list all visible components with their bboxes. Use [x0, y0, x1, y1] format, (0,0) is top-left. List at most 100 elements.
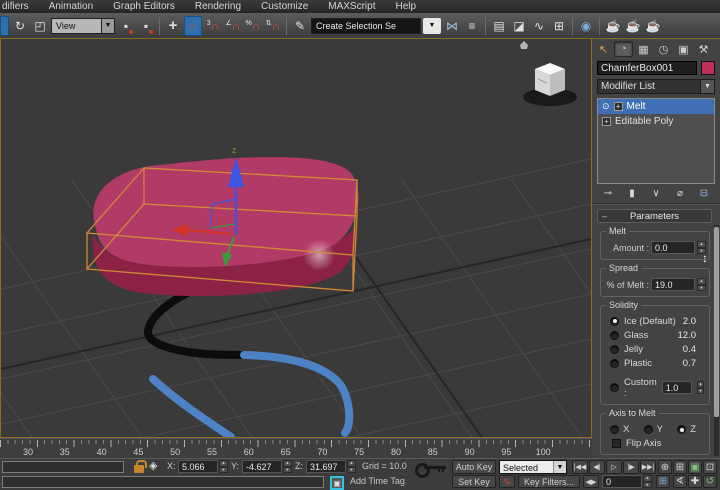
percent-snap-icon[interactable]: %∩ — [244, 16, 262, 36]
move-icon[interactable]: + — [164, 16, 182, 36]
status-line-field[interactable] — [2, 461, 124, 473]
container-icon[interactable]: ◪ — [510, 16, 528, 36]
viewcube[interactable] — [520, 41, 577, 106]
scale-icon[interactable]: ◰ — [31, 16, 49, 36]
next-frame-icon[interactable]: |▶ — [623, 460, 639, 474]
object-name-field[interactable]: ChamferBox001 — [597, 61, 697, 75]
rendered-frame-icon[interactable]: ☕ — [624, 16, 642, 36]
radio-button[interactable] — [610, 425, 619, 434]
perspective-viewport[interactable]: z — [0, 38, 592, 438]
radio-button[interactable] — [644, 425, 653, 434]
hierarchy-tab-icon[interactable]: ▦ — [634, 41, 653, 57]
radio-button[interactable] — [610, 359, 619, 368]
y-coordinate-field[interactable]: -4.627 — [242, 460, 282, 473]
layers-icon[interactable]: ▤ — [490, 16, 508, 36]
key-selection-dropdown[interactable]: Selected ▼ — [499, 460, 567, 474]
chevron-down-icon[interactable]: ▼ — [553, 461, 566, 473]
pct-melt-spinner[interactable]: ▲▼ — [697, 278, 706, 291]
rotate-icon[interactable]: ↻ — [11, 16, 29, 36]
object-color-swatch[interactable] — [701, 61, 715, 75]
mirror-icon[interactable]: ⋈ — [443, 16, 461, 36]
configure-sets-icon[interactable]: ⊟ — [696, 188, 712, 199]
go-to-start-icon[interactable]: |◀◀ — [572, 460, 588, 474]
menu-item-maxscript[interactable]: MAXScript — [319, 0, 384, 13]
auto-key-button[interactable]: Auto Key — [452, 460, 496, 474]
chevron-down-icon[interactable]: ▼ — [700, 80, 714, 93]
render-setup-icon[interactable]: ☕ — [604, 16, 622, 36]
menu-item-animation[interactable]: Animation — [40, 0, 102, 13]
stack-row-editable-poly[interactable]: +Editable Poly — [598, 114, 714, 129]
manipulate-icon[interactable]: ▪ — [117, 16, 135, 36]
y-spinner[interactable]: ▲▼ — [283, 460, 292, 473]
modify-tab-icon[interactable]: ◔ — [614, 41, 633, 57]
zoom-icon[interactable]: ⊕ — [658, 460, 672, 474]
orbit-icon[interactable]: ↺ — [703, 475, 717, 488]
angle-snap-icon[interactable]: ∠∩ — [224, 16, 242, 36]
tube-black-segment[interactable] — [148, 286, 244, 355]
expand-icon[interactable]: + — [602, 117, 611, 126]
menu-item-customize[interactable]: Customize — [252, 0, 317, 13]
isolate-icon[interactable]: ▣ — [330, 476, 344, 490]
radio-button[interactable] — [610, 331, 619, 340]
select-move-button[interactable] — [0, 16, 9, 36]
parameters-rollout[interactable]: – Parameters — [597, 209, 712, 223]
set-key-button[interactable]: Set Key — [452, 475, 496, 488]
prompt-line-field[interactable] — [2, 476, 324, 488]
reference-coordinate-dropdown[interactable]: View ▼ — [51, 18, 115, 34]
radio-button[interactable] — [610, 317, 619, 326]
track-bar[interactable]: 3035404550556065707580859095100 — [0, 438, 592, 458]
schematic-view-icon[interactable]: ⊞ — [550, 16, 568, 36]
show-end-result-icon[interactable]: ▮ — [624, 188, 640, 199]
make-unique-icon[interactable]: ∨ — [648, 188, 664, 199]
stack-row-melt[interactable]: ⊙+Melt — [598, 99, 714, 114]
snap-3d-icon[interactable]: 3∩ — [204, 16, 222, 36]
gizmo-toggle-icon[interactable]: ◈ — [149, 460, 157, 473]
spinner-snap-icon[interactable]: ⇅∩ — [264, 16, 282, 36]
remove-modifier-icon[interactable]: ⌀ — [672, 188, 688, 199]
z-spinner[interactable]: ▲▼ — [347, 460, 356, 473]
modifier-list-dropdown[interactable]: Modifier List ▼ — [597, 79, 715, 94]
chevron-down-icon[interactable]: ▼ — [101, 19, 114, 33]
panel-scrollbar[interactable] — [714, 225, 719, 456]
time-config-icon[interactable]: ⊞ — [656, 475, 670, 488]
create-tab-icon[interactable]: ↖ — [594, 41, 613, 57]
dropdown-arrow-icon[interactable]: ▼ — [423, 18, 441, 34]
zoom-all-icon[interactable]: ⊞ — [673, 460, 687, 474]
curve-editor-icon[interactable]: ∿ — [530, 16, 548, 36]
x-spinner[interactable]: ▲▼ — [219, 460, 228, 473]
go-to-end-icon[interactable]: ▶▶| — [640, 460, 656, 474]
amount-field[interactable]: 0.0 — [651, 241, 695, 254]
modifier-stack[interactable]: ⊙+Melt+Editable Poly — [597, 98, 715, 184]
viewcube-home-icon[interactable] — [520, 41, 528, 49]
pan-icon[interactable]: ✚ — [688, 475, 702, 488]
menu-item-graph-editors[interactable]: Graph Editors — [104, 0, 184, 13]
selection-set-dropdown[interactable]: Create Selection Se — [311, 18, 421, 34]
motion-tab-icon[interactable]: ◷ — [654, 41, 673, 57]
z-coordinate-field[interactable]: 31.697 — [306, 460, 346, 473]
flip-axis-checkbox[interactable] — [612, 439, 621, 448]
key-mode-toggle[interactable]: ◀▶ — [583, 475, 599, 488]
pct-melt-field[interactable]: 19.0 — [651, 278, 695, 291]
frame-spinner[interactable]: ▲▼ — [643, 475, 652, 488]
radio-button[interactable] — [610, 345, 619, 354]
snap-toggle-icon[interactable]: ∩ — [184, 16, 202, 36]
current-frame-field[interactable]: 0 — [602, 475, 642, 488]
fov-icon[interactable]: ∢ — [673, 475, 687, 488]
utilities-tab-icon[interactable]: ⚒ — [694, 41, 713, 57]
keyboard-override-icon[interactable]: ▪ — [137, 16, 155, 36]
key-filters-button[interactable]: Key Filters... — [518, 475, 580, 488]
align-icon[interactable]: ≡ — [463, 16, 481, 36]
menu-item-rendering[interactable]: Rendering — [186, 0, 250, 13]
key-filter-curve-icon[interactable]: ∿ — [499, 475, 515, 488]
custom-spinner[interactable]: ▲▼ — [697, 381, 704, 394]
custom-field[interactable]: 1.0 — [662, 381, 692, 394]
menu-item-difiers[interactable]: difiers — [0, 0, 38, 13]
bulb-icon[interactable]: ⊙ — [602, 101, 610, 112]
x-coordinate-field[interactable]: 5.066 — [178, 460, 218, 473]
tube-blue-segment-2[interactable] — [153, 379, 231, 437]
zoom-extents-all-icon[interactable]: ⊡ — [703, 460, 717, 474]
zoom-extents-icon[interactable]: ▣ — [688, 460, 702, 474]
custom-radio[interactable] — [610, 383, 619, 392]
previous-frame-icon[interactable]: ◀| — [589, 460, 605, 474]
menu-item-help[interactable]: Help — [387, 0, 426, 13]
